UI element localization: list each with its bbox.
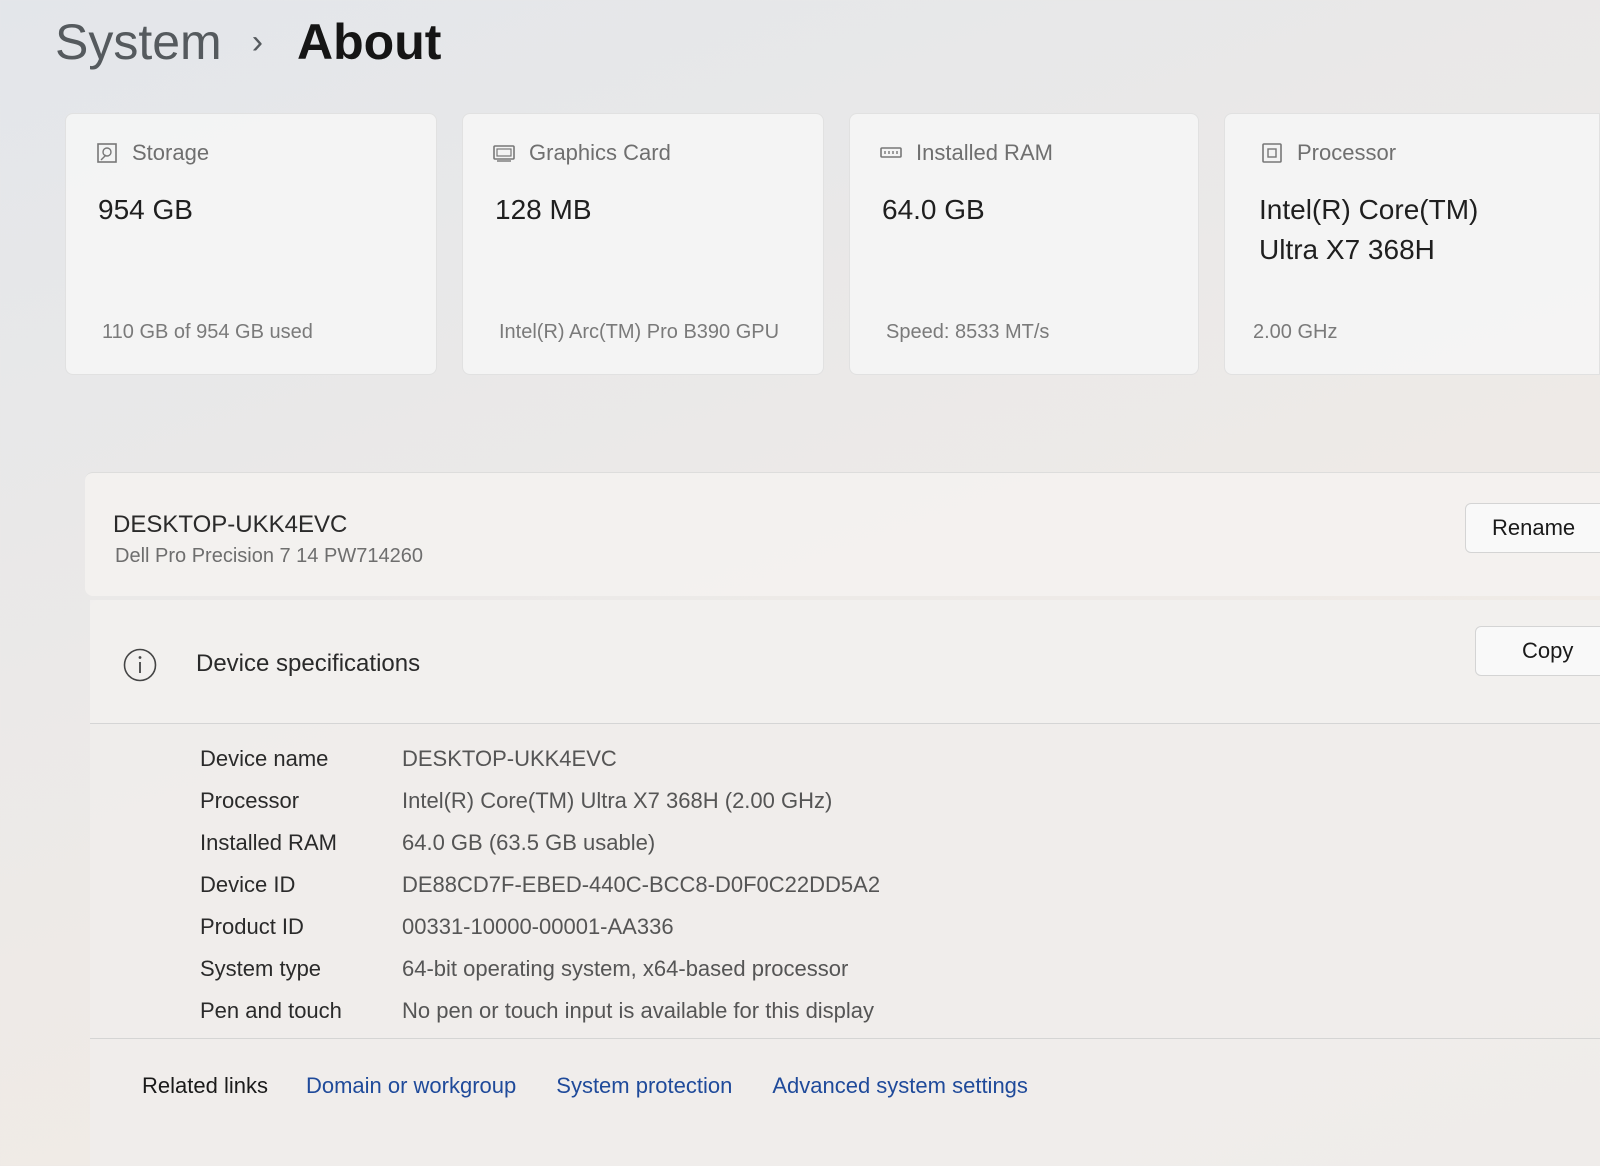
related-links-bar: Related links Domain or workgroup System… — [90, 1038, 1600, 1166]
copy-button[interactable]: Copy — [1475, 626, 1600, 676]
domain-or-workgroup-link[interactable]: Domain or workgroup — [306, 1073, 516, 1099]
related-links-label: Related links — [142, 1073, 268, 1098]
card-label: Installed RAM — [916, 140, 1053, 165]
page-title: About — [297, 14, 442, 70]
spec-value: DESKTOP-UKK4EVC — [402, 746, 617, 771]
card-detail: 2.00 GHz — [1253, 321, 1338, 343]
card-header: Installed RAM — [880, 140, 1053, 166]
spec-key: Processor — [200, 788, 300, 813]
card-label: Processor — [1297, 140, 1397, 165]
spec-key: Pen and touch — [200, 998, 342, 1023]
device-model: Dell Pro Precision 7 14 PW714260 — [115, 545, 423, 567]
graphics-card-icon — [493, 145, 515, 162]
storage-card[interactable]: Storage 954 GB 110 GB of 954 GB used — [65, 113, 437, 375]
info-icon — [123, 648, 157, 682]
spec-key: Product ID — [200, 914, 304, 939]
spec-row-product-id: Product ID 00331-10000-00001-AA336 — [200, 906, 880, 948]
spec-value: 64-bit operating system, x64-based proce… — [402, 956, 849, 981]
spec-row-pen-and-touch: Pen and touch No pen or touch input is a… — [200, 990, 880, 1032]
card-detail: Intel(R) Arc(TM) Pro B390 GPU — [499, 321, 780, 343]
breadcrumb: System › About — [55, 10, 441, 74]
card-header: Processor — [1261, 140, 1396, 166]
card-value: 128 MB — [495, 194, 592, 225]
card-label: Graphics Card — [529, 140, 671, 165]
spec-key: Installed RAM — [200, 830, 337, 855]
device-specifications-header[interactable]: Device specifications Copy — [90, 600, 1600, 724]
processor-icon — [1262, 143, 1282, 163]
spec-value: 00331-10000-00001-AA336 — [402, 914, 674, 939]
installed-ram-card[interactable]: Installed RAM 64.0 GB Speed: 8533 MT/s — [849, 113, 1199, 375]
card-header: Storage — [96, 140, 209, 166]
spec-row-system-type: System type 64-bit operating system, x64… — [200, 948, 880, 990]
card-value: 954 GB — [98, 194, 193, 225]
spec-key: Device ID — [200, 872, 296, 897]
section-title: Device specifications — [196, 650, 421, 677]
spec-row-installed-ram: Installed RAM 64.0 GB (63.5 GB usable) — [200, 822, 880, 864]
spec-key: Device name — [200, 746, 329, 771]
spec-value: Intel(R) Core(TM) Ultra X7 368H (2.00 GH… — [402, 788, 833, 813]
ram-icon — [880, 147, 902, 158]
card-label: Storage — [132, 140, 210, 165]
spec-value: No pen or touch input is available for t… — [402, 998, 875, 1023]
card-value: 64.0 GB — [882, 194, 985, 225]
spec-list: Device name DESKTOP-UKK4EVC Processor In… — [200, 738, 880, 1032]
spec-key: System type — [200, 956, 322, 981]
card-detail: 110 GB of 954 GB used — [102, 321, 313, 343]
rename-button[interactable]: Rename — [1465, 503, 1600, 553]
device-name-panel: DESKTOP-UKK4EVC Dell Pro Precision 7 14 … — [85, 472, 1600, 596]
spec-row-device-name: Device name DESKTOP-UKK4EVC — [200, 738, 880, 780]
related-links: Related links Domain or workgroup System… — [142, 1073, 1068, 1099]
graphics-card-card[interactable]: Graphics Card 128 MB Intel(R) Arc(TM) Pr… — [462, 113, 824, 375]
spec-row-device-id: Device ID DE88CD7F-EBED-440C-BCC8-D0F0C2… — [200, 864, 880, 906]
advanced-system-settings-link[interactable]: Advanced system settings — [772, 1073, 1028, 1099]
spec-value: 64.0 GB (63.5 GB usable) — [402, 830, 656, 855]
device-specifications-section: Device specifications Copy Device name D… — [90, 600, 1600, 1166]
system-protection-link[interactable]: System protection — [556, 1073, 732, 1099]
processor-card[interactable]: Processor Intel(R) Core(TM) Ultra X7 368… — [1224, 113, 1600, 375]
storage-icon — [97, 143, 117, 163]
breadcrumb-system-link[interactable]: System — [55, 13, 222, 71]
spec-value: DE88CD7F-EBED-440C-BCC8-D0F0C22DD5A2 — [402, 872, 881, 897]
device-name: DESKTOP-UKK4EVC — [113, 511, 348, 538]
card-detail: Speed: 8533 MT/s — [886, 321, 1050, 343]
card-value: Intel(R) Core(TM) Ultra X7 368H — [1259, 194, 1479, 265]
spec-row-processor: Processor Intel(R) Core(TM) Ultra X7 368… — [200, 780, 880, 822]
breadcrumb-separator-icon: › — [251, 22, 264, 61]
card-header: Graphics Card — [493, 140, 671, 166]
